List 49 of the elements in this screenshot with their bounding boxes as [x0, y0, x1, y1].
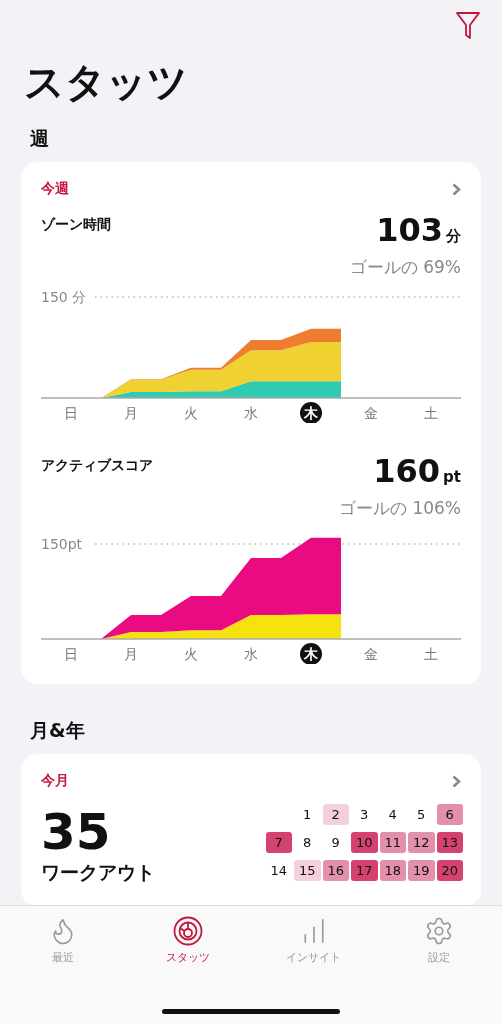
section-heading: 月&年 — [30, 718, 86, 743]
day-label: 日 — [64, 646, 78, 662]
week-card[interactable]: 今週 ゾーン時間 103 分 ゴールの 69% 150 分 日 月 火 水 木 金 土 アクティブスコア 160 pt ゴールの 106% 150pt 日 月 火 水 木 金 土 — [21, 162, 481, 684]
section-heading: 週 — [30, 126, 50, 151]
tab[interactable]: スタッツ — [125, 916, 251, 965]
calendar-day: 16 — [322, 860, 349, 881]
calendar-day: 15 — [294, 860, 321, 881]
calendar-day: 17 — [351, 860, 378, 881]
card-label: 今週 — [41, 180, 69, 198]
day-label: 金 — [364, 646, 378, 662]
day-label: 木 — [304, 646, 318, 662]
metric-value: 103 分 — [376, 212, 461, 251]
workout-count: 35 — [41, 804, 112, 860]
calendar-day: 19 — [408, 860, 435, 881]
calendar-day: 7 — [265, 832, 292, 853]
chevron-icon — [452, 774, 461, 788]
metric-name: アクティブスコア — [41, 457, 153, 475]
calendar-day: 11 — [379, 832, 406, 853]
day-label: 木 — [304, 405, 318, 421]
calendar-day: 13 — [436, 832, 463, 853]
day-label: 土 — [424, 646, 438, 662]
calendar-day: 2 — [322, 804, 349, 825]
day-label: 土 — [424, 405, 438, 421]
day-label: 水 — [244, 405, 258, 421]
calendar-day: 10 — [351, 832, 378, 853]
goal-text: ゴールの 69% — [349, 256, 461, 279]
metric-name: ゾーン時間 — [41, 216, 111, 234]
day-label: 日 — [64, 405, 78, 421]
day-label: 火 — [184, 405, 198, 421]
day-label: 金 — [364, 405, 378, 421]
ring-chart-icon — [173, 916, 204, 946]
calendar-day: 12 — [408, 832, 435, 853]
axis-label: 150 分 — [41, 289, 87, 305]
day-label: 火 — [184, 646, 198, 662]
day-label: 月 — [124, 405, 138, 421]
calendar-day: 6 — [436, 804, 463, 825]
workout-caption: ワークアウト — [41, 860, 155, 885]
page-title: スタッツ — [24, 58, 189, 107]
card-label: 今月 — [41, 772, 69, 790]
axis-label: 150pt — [41, 536, 83, 552]
filter-icon[interactable] — [456, 12, 480, 40]
chevron-icon — [452, 182, 461, 196]
day-label: 月 — [124, 646, 138, 662]
month-card[interactable]: 今月 35 ワークアウト 1 2 3 4 5 6 7 8 9 10 11 12 13 14 15 16 17 18 19 20 — [21, 754, 481, 906]
metric-value: 160 pt — [373, 453, 461, 492]
goal-text: ゴールの 106% — [339, 497, 461, 520]
calendar-day: 18 — [379, 860, 406, 881]
day-label: 水 — [244, 646, 258, 662]
calendar-day: 20 — [436, 860, 463, 881]
